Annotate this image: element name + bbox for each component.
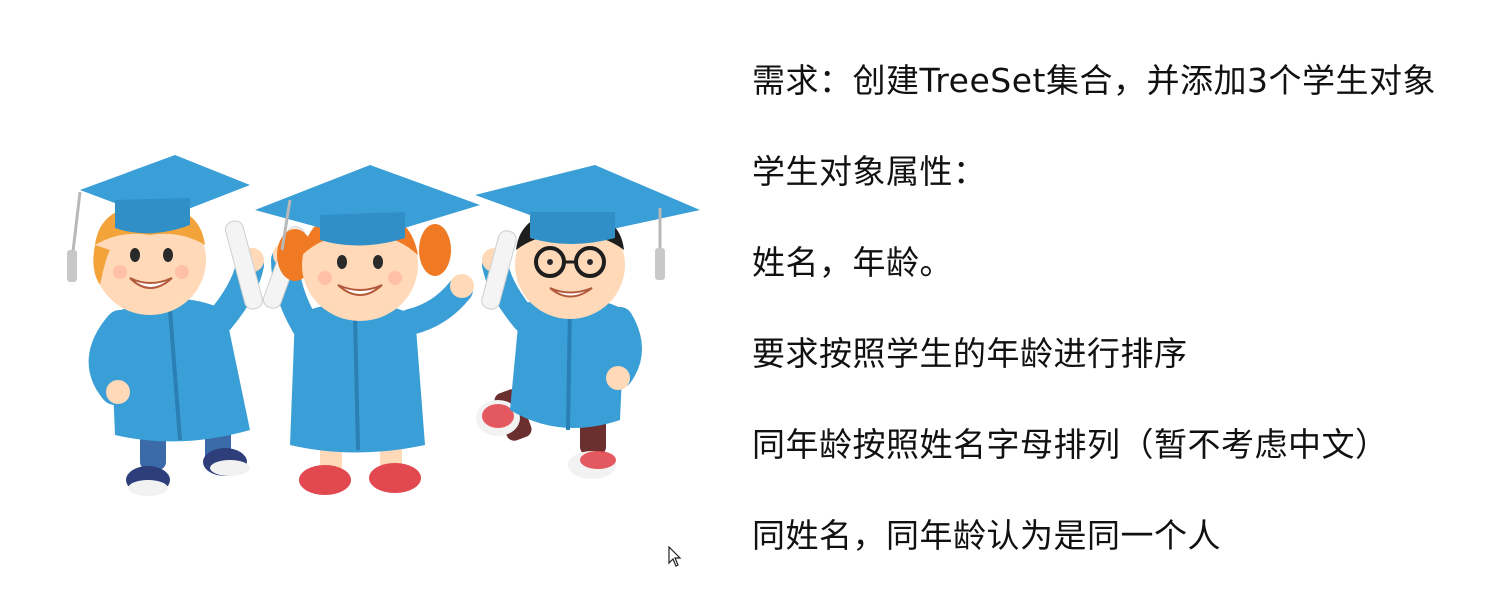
graduate-boy-right — [475, 165, 700, 479]
graduate-boy-left — [67, 155, 264, 496]
requirement-line-6: 同姓名，同年龄认为是同一个人 — [752, 516, 1221, 555]
mouse-pointer-icon — [668, 546, 682, 567]
requirement-line-4: 要求按照学生的年龄进行排序 — [752, 334, 1188, 373]
requirement-line-5: 同年龄按照姓名字母排列（暂不考虑中文） — [752, 425, 1389, 464]
requirement-line-3: 姓名，年龄。 — [752, 243, 953, 282]
graduate-girl-middle — [255, 165, 480, 495]
requirement-line-1: 需求：创建TreeSet集合，并添加3个学生对象 — [752, 61, 1436, 100]
slide: 需求：创建TreeSet集合，并添加3个学生对象 学生对象属性： 姓名，年龄。 … — [0, 0, 1488, 604]
requirement-line-2: 学生对象属性： — [752, 152, 987, 191]
graduates-illustration — [67, 155, 700, 496]
